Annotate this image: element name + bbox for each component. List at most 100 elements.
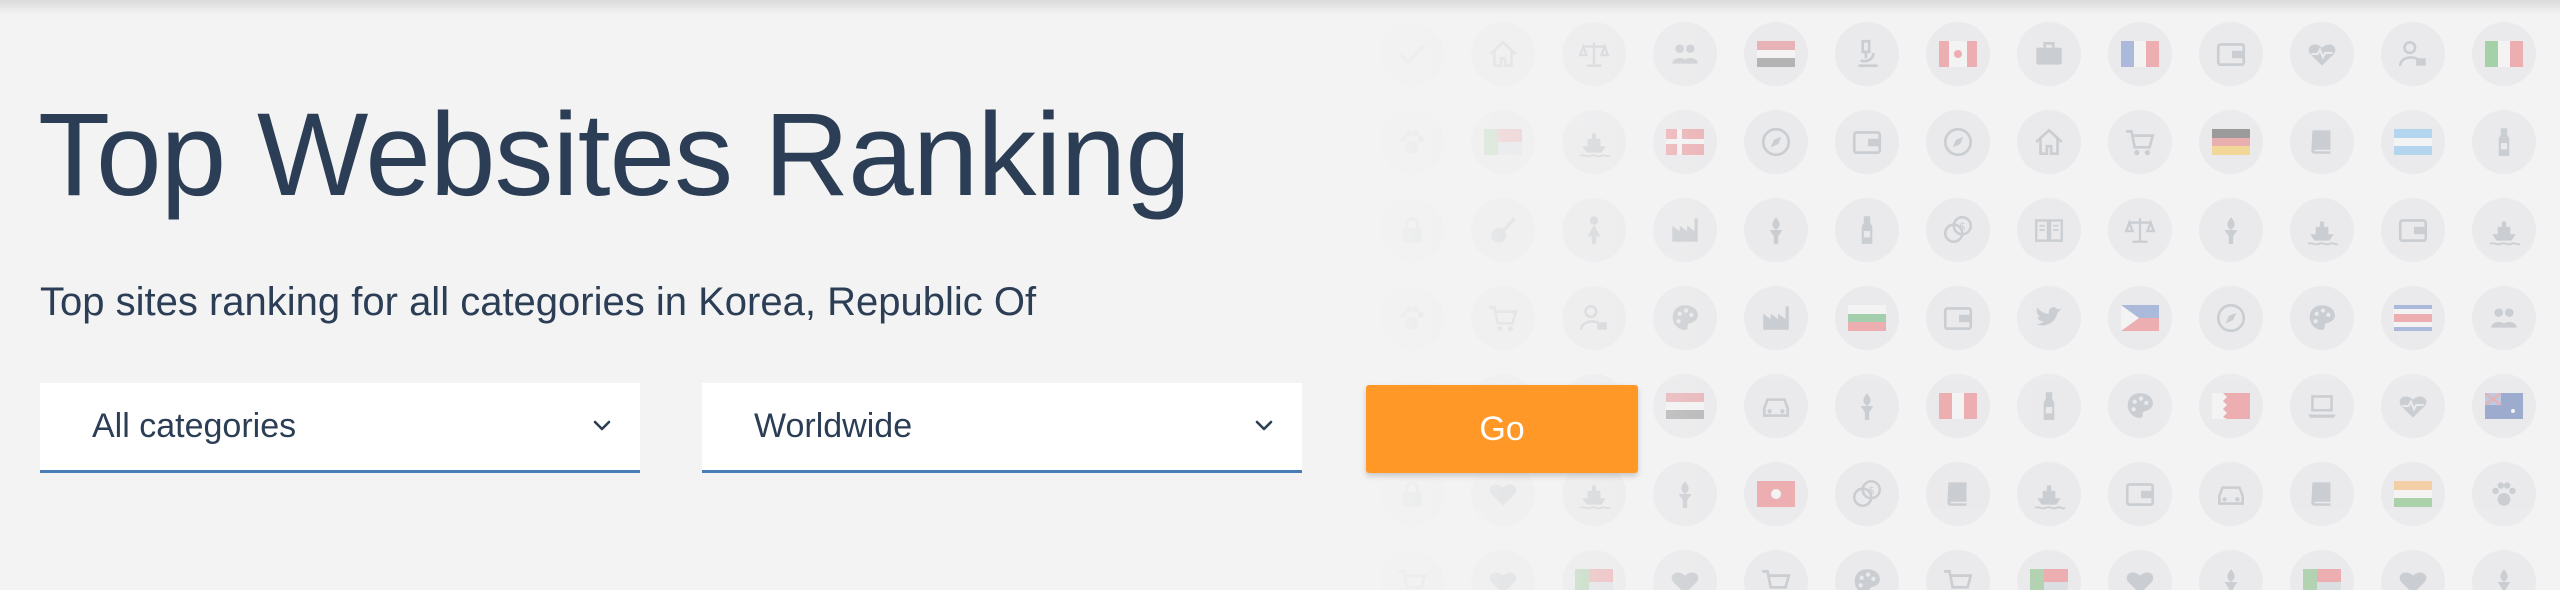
flag-costa-rica-icon (2394, 305, 2432, 331)
background-tile (2017, 550, 2081, 590)
background-tile (2017, 110, 2081, 174)
svg-text:$: $ (1959, 220, 1966, 233)
background-tile (1471, 550, 1535, 590)
coins-icon: $ (1943, 215, 1973, 243)
region-select-value: Worldwide (754, 407, 913, 445)
background-tile (1744, 198, 1808, 262)
background-tile (1380, 110, 1444, 174)
flag-mixed-icon (1484, 129, 1522, 155)
background-tile (2108, 374, 2172, 438)
background-tile (1562, 198, 1626, 262)
flag-germany-icon (2212, 129, 2250, 155)
bottle-icon (1861, 216, 1873, 244)
scale-icon (1578, 42, 1610, 67)
guitar-icon (1491, 217, 1516, 243)
region-select[interactable]: Worldwide (702, 383, 1302, 473)
palette-icon (1672, 305, 1698, 330)
microscope-icon (1858, 39, 1878, 68)
wallet-icon (1943, 307, 1973, 330)
background-tile (1471, 286, 1535, 350)
cart-icon (1489, 306, 1518, 332)
flag-italy-icon (2485, 41, 2523, 67)
flag-bulgaria-icon (1848, 305, 1886, 331)
background-tile (2199, 550, 2263, 590)
background-tile (2108, 550, 2172, 590)
background-tile (2472, 550, 2536, 590)
background-tile (2290, 198, 2354, 262)
background-tile (1562, 22, 1626, 86)
background-tile (2472, 198, 2536, 262)
flag-philippines-icon (2121, 305, 2159, 331)
background-tile (2108, 198, 2172, 262)
background-tile (2108, 462, 2172, 526)
torch-icon (2224, 569, 2238, 590)
background-tile (2199, 110, 2263, 174)
background-tile (2472, 110, 2536, 174)
home-icon (2035, 128, 2063, 156)
background-tile (1653, 110, 1717, 174)
heart-icon (2399, 572, 2427, 590)
coins-icon: $ (1852, 479, 1882, 507)
background-tile (2199, 198, 2263, 262)
cart-icon (2126, 130, 2155, 156)
flag-egypt-icon (1757, 41, 1795, 67)
book-icon (1947, 482, 1967, 506)
ship-icon (1579, 133, 1611, 158)
background-tile (2381, 374, 2445, 438)
book-icon (2311, 130, 2331, 154)
background-tile (2290, 110, 2354, 174)
background-tile (1744, 550, 1808, 590)
background-tile (2381, 198, 2445, 262)
ship-icon (1579, 485, 1611, 510)
category-select[interactable]: All categories (40, 383, 640, 473)
background-tile (1562, 550, 1626, 590)
background-tile (1835, 550, 1899, 590)
background-tile (1653, 462, 1717, 526)
flag-mixed-icon (2030, 569, 2068, 590)
background-tile: $ (1835, 462, 1899, 526)
background-tile (2199, 462, 2263, 526)
chevron-down-icon (1255, 420, 1273, 431)
background-tile (2381, 286, 2445, 350)
background-tile (1926, 550, 1990, 590)
background-tile (1744, 374, 1808, 438)
paw-icon (2492, 482, 2516, 506)
background-tile (1926, 374, 1990, 438)
person-icon (1587, 216, 1601, 244)
page-subtitle: Top sites ranking for all categories in … (40, 280, 1037, 324)
background-tile (2017, 286, 2081, 350)
background-tile (2381, 462, 2445, 526)
flag-peru-icon (1939, 393, 1977, 419)
user-lock-icon (2398, 41, 2426, 66)
background-tile (2472, 462, 2536, 526)
car-icon (2218, 486, 2244, 505)
background-tile (2381, 22, 2445, 86)
flag-egypt-icon (1666, 393, 1704, 419)
briefcase-icon (2036, 42, 2062, 65)
palette-icon (2127, 393, 2153, 418)
background-tile (1471, 22, 1535, 86)
background-tile (2199, 374, 2263, 438)
heart-icon (1489, 484, 1517, 506)
flag-hong-kong-icon (1757, 481, 1795, 507)
background-tile (1835, 374, 1899, 438)
background-tile (1835, 22, 1899, 86)
background-tile (2381, 550, 2445, 590)
go-button[interactable]: Go (1366, 385, 1638, 473)
flag-canada-icon (1939, 41, 1977, 67)
twitter-icon (2036, 307, 2062, 326)
background-tile (1744, 22, 1808, 86)
background-tile (1744, 286, 1808, 350)
cart-icon (1762, 570, 1791, 590)
background-tile (2290, 462, 2354, 526)
background-tile: $ (1926, 198, 1990, 262)
users-icon (2491, 308, 2517, 328)
paw-icon (1400, 130, 1424, 154)
torch-icon (1678, 481, 1692, 508)
book-icon (2311, 482, 2331, 506)
flag-france-icon (2121, 41, 2159, 67)
svg-text:$: $ (1868, 484, 1875, 497)
background-tile (2017, 462, 2081, 526)
torch-icon (1860, 393, 1874, 420)
wallet-icon (2125, 483, 2155, 506)
